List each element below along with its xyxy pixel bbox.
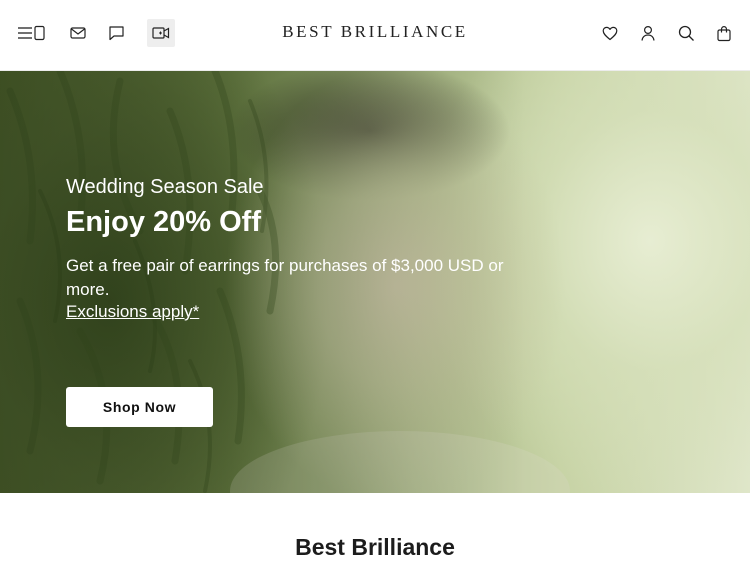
brand-name[interactable]: BEST BRILLIANCE <box>282 22 468 41</box>
video-call-icon <box>152 27 170 39</box>
video-call-button[interactable] <box>147 19 175 47</box>
section-title: Best Brilliance <box>295 534 455 560</box>
cart-button[interactable] <box>710 19 738 47</box>
site-header: BEST BRILLIANCE <box>0 0 750 71</box>
exclusions-link[interactable]: Exclusions apply* <box>66 302 199 322</box>
shop-now-button[interactable]: Shop Now <box>66 387 213 427</box>
mail-button[interactable] <box>64 19 92 47</box>
mail-icon <box>70 27 86 39</box>
account-button[interactable] <box>634 19 662 47</box>
hero-headline: Enjoy 20% Off <box>66 206 261 238</box>
search-button[interactable] <box>672 19 700 47</box>
menu-button[interactable] <box>17 19 47 47</box>
search-icon <box>678 25 694 41</box>
account-icon <box>641 25 655 41</box>
wishlist-button[interactable] <box>596 19 624 47</box>
menu-icon <box>18 25 45 41</box>
hero-description: Get a free pair of earrings for purchase… <box>66 256 504 299</box>
chat-icon <box>108 26 124 41</box>
chat-button[interactable] <box>102 19 130 47</box>
heart-icon <box>602 26 618 40</box>
cart-icon <box>717 25 731 41</box>
hero-eyebrow: Wedding Season Sale <box>66 176 264 198</box>
hero-banner: Wedding Season Sale Enjoy 20% Off Get a … <box>0 71 750 493</box>
